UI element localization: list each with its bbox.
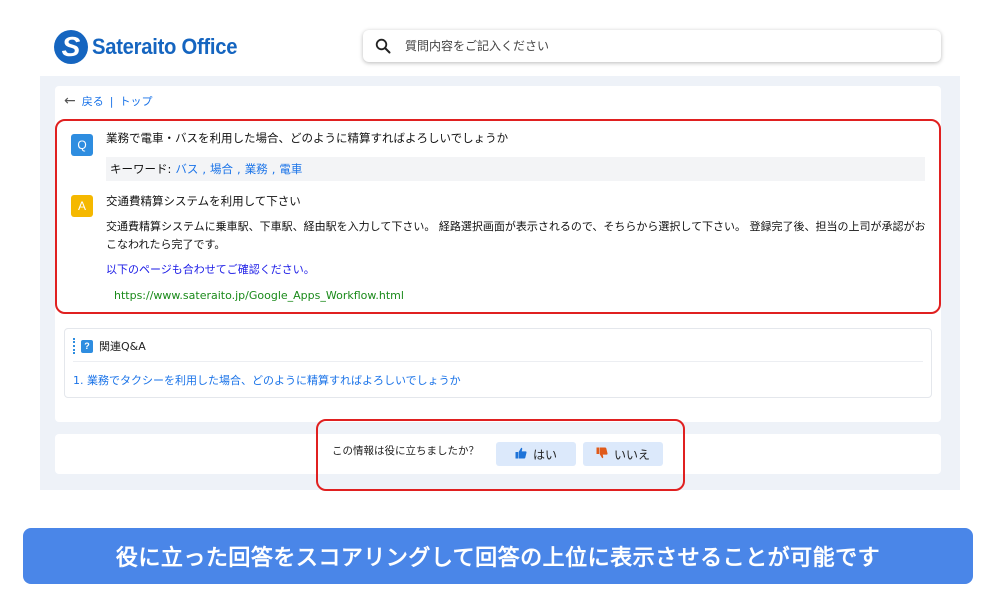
divider	[73, 361, 923, 362]
qa-highlight-box	[55, 119, 941, 314]
search-bar[interactable]	[363, 30, 941, 62]
dotted-bar-icon	[73, 338, 75, 354]
back-link[interactable]: 戻る	[82, 93, 104, 109]
feedback-highlight-box	[316, 419, 685, 491]
sateraito-logo[interactable]: S Sateraito Office	[54, 30, 250, 64]
search-icon	[363, 38, 403, 54]
caption-text: 役に立った回答をスコアリングして回答の上位に表示させることが可能です	[115, 546, 881, 571]
question-mark-icon: ?	[81, 339, 93, 353]
breadcrumb: ← 戻る | トップ	[64, 93, 152, 109]
breadcrumb-separator: |	[109, 94, 114, 108]
back-arrow-icon[interactable]: ←	[64, 94, 76, 108]
logo-mark: S	[54, 30, 88, 64]
related-qa-item[interactable]: 1. 業務でタクシーを利用した場合、どのように精算すればよろしいでしょうか	[73, 372, 461, 388]
caption-banner: 役に立った回答をスコアリングして回答の上位に表示させることが可能です	[23, 528, 973, 584]
related-qa-title: 関連Q&A	[99, 340, 146, 353]
logo-text: Sateraito Office	[92, 34, 238, 59]
related-qa-header: ? 関連Q&A	[73, 338, 146, 354]
top-link[interactable]: トップ	[119, 93, 152, 109]
related-qa-section: ? 関連Q&A 1. 業務でタクシーを利用した場合、どのように精算すればよろしい…	[64, 328, 932, 398]
search-input[interactable]	[403, 39, 903, 53]
